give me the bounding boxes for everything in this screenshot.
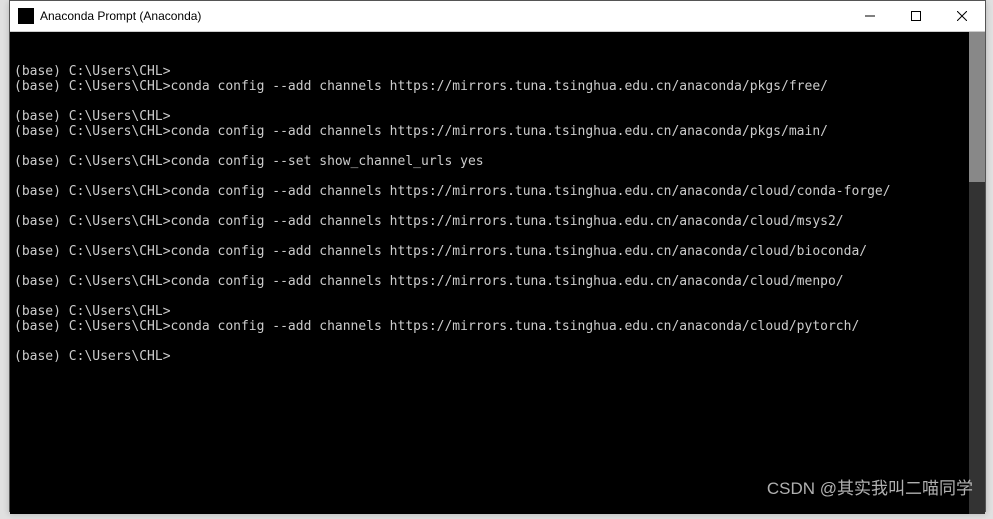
minimize-button[interactable] bbox=[847, 1, 893, 31]
terminal-area[interactable]: (base) C:\Users\CHL> (base) C:\Users\CHL… bbox=[10, 32, 985, 514]
window-controls bbox=[847, 1, 985, 31]
terminal-output: (base) C:\Users\CHL> (base) C:\Users\CHL… bbox=[14, 64, 981, 364]
minimize-icon bbox=[865, 11, 875, 21]
maximize-icon bbox=[911, 11, 921, 21]
app-icon bbox=[18, 8, 34, 24]
maximize-button[interactable] bbox=[893, 1, 939, 31]
titlebar[interactable]: Anaconda Prompt (Anaconda) bbox=[10, 1, 985, 32]
scrollbar-thumb[interactable] bbox=[969, 32, 985, 182]
close-icon bbox=[957, 11, 967, 21]
window-title: Anaconda Prompt (Anaconda) bbox=[40, 9, 847, 23]
scrollbar[interactable] bbox=[969, 32, 985, 514]
anaconda-prompt-window: Anaconda Prompt (Anaconda) (base) C:\Use… bbox=[9, 0, 986, 512]
close-button[interactable] bbox=[939, 1, 985, 31]
